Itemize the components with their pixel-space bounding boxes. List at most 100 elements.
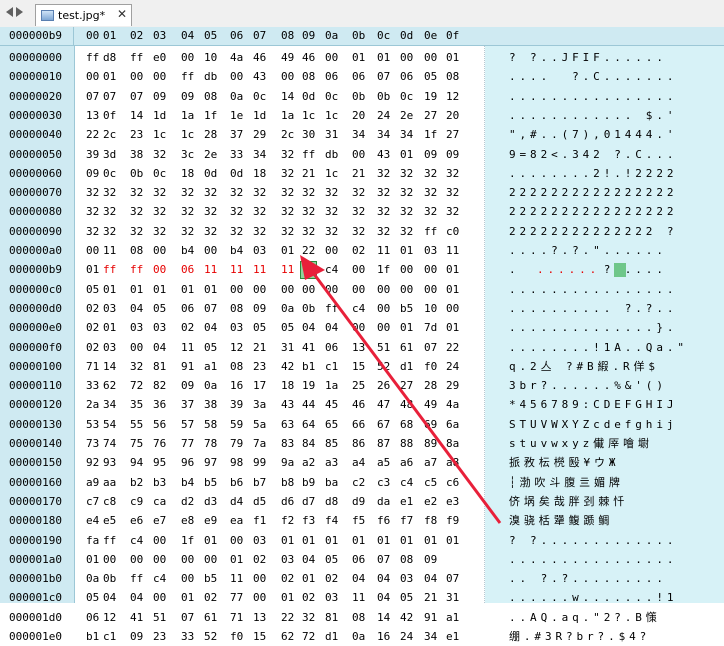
hex-byte[interactable]: 00 bbox=[130, 551, 143, 569]
hex-byte[interactable]: 74 bbox=[103, 435, 116, 453]
hex-byte[interactable]: 51 bbox=[153, 609, 166, 627]
hex-byte[interactable]: 20 bbox=[352, 107, 365, 125]
ascii-text[interactable]: ................ bbox=[509, 551, 677, 569]
hex-byte[interactable]: 01 bbox=[103, 319, 116, 337]
hex-byte[interactable]: 42 bbox=[281, 358, 294, 376]
hex-byte[interactable]: 00 bbox=[153, 242, 166, 260]
ascii-text[interactable]: .......... ?.?.. bbox=[509, 300, 677, 318]
hex-byte[interactable]: 32 bbox=[424, 165, 437, 183]
close-icon[interactable]: ✕ bbox=[117, 7, 127, 21]
hex-byte[interactable]: b4 bbox=[181, 474, 194, 492]
hex-byte[interactable]: 02 bbox=[86, 319, 99, 337]
hex-byte[interactable]: 32 bbox=[130, 223, 143, 241]
hex-byte[interactable]: 01 bbox=[352, 532, 365, 550]
hex-byte[interactable]: 07 bbox=[181, 609, 194, 627]
ascii-text[interactable]: ? ?............. bbox=[509, 532, 677, 550]
hex-byte[interactable]: 46 bbox=[302, 49, 315, 67]
hex-byte[interactable]: 32 bbox=[281, 184, 294, 202]
ascii-text[interactable]: ....?.?."...... bbox=[509, 242, 667, 260]
hex-byte[interactable]: 08 bbox=[230, 358, 243, 376]
hex-byte[interactable]: 32 bbox=[103, 223, 116, 241]
hex-byte[interactable]: 0a bbox=[352, 628, 365, 646]
hex-byte[interactable]: 04 bbox=[302, 319, 315, 337]
hex-byte[interactable]: 66 bbox=[352, 416, 365, 434]
hex-byte[interactable]: 32 bbox=[181, 203, 194, 221]
hex-byte[interactable]: 00 bbox=[153, 551, 166, 569]
hex-byte[interactable]: ff bbox=[130, 570, 143, 588]
hex-byte[interactable]: 0a bbox=[204, 377, 217, 395]
hex-byte[interactable]: 02 bbox=[352, 242, 365, 260]
hex-byte[interactable]: 09 bbox=[253, 300, 266, 318]
hex-byte[interactable]: c8 bbox=[103, 493, 116, 511]
hex-byte[interactable]: 04 bbox=[153, 339, 166, 357]
hex-byte[interactable]: 00 bbox=[103, 551, 116, 569]
hex-byte[interactable]: 3c bbox=[181, 146, 194, 164]
hex-byte[interactable]: 00 bbox=[377, 300, 390, 318]
hex-byte[interactable]: 04 bbox=[103, 589, 116, 607]
hex-byte[interactable]: 0b bbox=[103, 570, 116, 588]
hex-byte[interactable]: 28 bbox=[204, 126, 217, 144]
hex-byte[interactable]: 32 bbox=[153, 184, 166, 202]
hex-byte[interactable]: 32 bbox=[103, 203, 116, 221]
hex-byte[interactable]: c4 bbox=[153, 570, 166, 588]
hex-byte[interactable]: b8 bbox=[281, 474, 294, 492]
hex-byte[interactable]: 32 bbox=[103, 184, 116, 202]
hex-byte[interactable]: 71 bbox=[86, 358, 99, 376]
hex-byte[interactable]: ff bbox=[302, 146, 315, 164]
hex-byte[interactable]: 32 bbox=[253, 223, 266, 241]
hex-byte[interactable]: 32 bbox=[204, 223, 217, 241]
hex-byte[interactable]: 00 bbox=[281, 281, 294, 299]
hex-byte[interactable]: 59 bbox=[230, 416, 243, 434]
hex-byte[interactable]: 91 bbox=[181, 358, 194, 376]
hex-byte[interactable]: 00 bbox=[86, 68, 99, 86]
ascii-text[interactable]: ........!1A..Qa." bbox=[509, 339, 688, 357]
hex-byte[interactable]: 32 bbox=[400, 223, 413, 241]
hex-byte[interactable]: 00 bbox=[130, 68, 143, 86]
hex-byte[interactable]: 06 bbox=[400, 68, 413, 86]
hex-byte[interactable]: 06 bbox=[352, 551, 365, 569]
hex-byte[interactable]: d4 bbox=[230, 493, 243, 511]
hex-byte[interactable]: a8 bbox=[446, 454, 459, 472]
hex-byte[interactable]: 42 bbox=[400, 609, 413, 627]
hex-byte[interactable]: a2 bbox=[302, 454, 315, 472]
hex-byte[interactable]: 69 bbox=[424, 416, 437, 434]
hex-byte[interactable]: 32 bbox=[86, 203, 99, 221]
hex-byte[interactable]: 00 bbox=[352, 281, 365, 299]
hex-byte[interactable]: 21 bbox=[253, 339, 266, 357]
hex-byte[interactable]: 0c bbox=[253, 88, 266, 106]
hex-byte[interactable]: 11 bbox=[230, 261, 243, 279]
hex-byte[interactable]: ff bbox=[181, 68, 194, 86]
hex-byte[interactable]: 32 bbox=[281, 146, 294, 164]
hex-byte[interactable]: 00 bbox=[253, 570, 266, 588]
hex-byte[interactable]: e4 bbox=[86, 512, 99, 530]
hex-byte[interactable]: 02 bbox=[86, 339, 99, 357]
hex-byte[interactable]: 09 bbox=[181, 377, 194, 395]
hex-byte[interactable]: 9a bbox=[281, 454, 294, 472]
hex-byte[interactable]: 07 bbox=[377, 68, 390, 86]
hex-byte[interactable]: ff bbox=[103, 532, 116, 550]
hex-byte[interactable]: 18 bbox=[181, 165, 194, 183]
hex-byte[interactable]: 04 bbox=[325, 319, 338, 337]
hex-byte[interactable]: 00 bbox=[325, 242, 338, 260]
hex-byte[interactable]: 92 bbox=[86, 454, 99, 472]
hex-byte[interactable]: 35 bbox=[130, 396, 143, 414]
hex-byte[interactable]: 00 bbox=[153, 68, 166, 86]
hex-byte[interactable]: d3 bbox=[204, 493, 217, 511]
hex-byte[interactable]: 15 bbox=[253, 628, 266, 646]
hex-byte[interactable]: 05 bbox=[325, 551, 338, 569]
cursor-byte[interactable]: ff bbox=[300, 261, 318, 280]
hex-byte[interactable]: 03 bbox=[424, 242, 437, 260]
hex-byte[interactable]: f7 bbox=[400, 512, 413, 530]
hex-byte[interactable]: da bbox=[377, 493, 390, 511]
hex-byte[interactable]: c6 bbox=[446, 474, 459, 492]
hex-byte[interactable]: 89 bbox=[424, 435, 437, 453]
hex-byte[interactable]: 2c bbox=[281, 126, 294, 144]
hex-byte[interactable]: f2 bbox=[281, 512, 294, 530]
hex-byte[interactable]: 10 bbox=[204, 49, 217, 67]
hex-byte[interactable]: 32 bbox=[153, 146, 166, 164]
hex-byte[interactable]: 1f bbox=[181, 532, 194, 550]
hex-byte[interactable]: 57 bbox=[181, 416, 194, 434]
hex-byte[interactable]: 01 bbox=[446, 532, 459, 550]
hex-byte[interactable]: c4 bbox=[400, 474, 413, 492]
ascii-text[interactable]: ..AQ.aq."2?.B憡 bbox=[509, 609, 661, 627]
